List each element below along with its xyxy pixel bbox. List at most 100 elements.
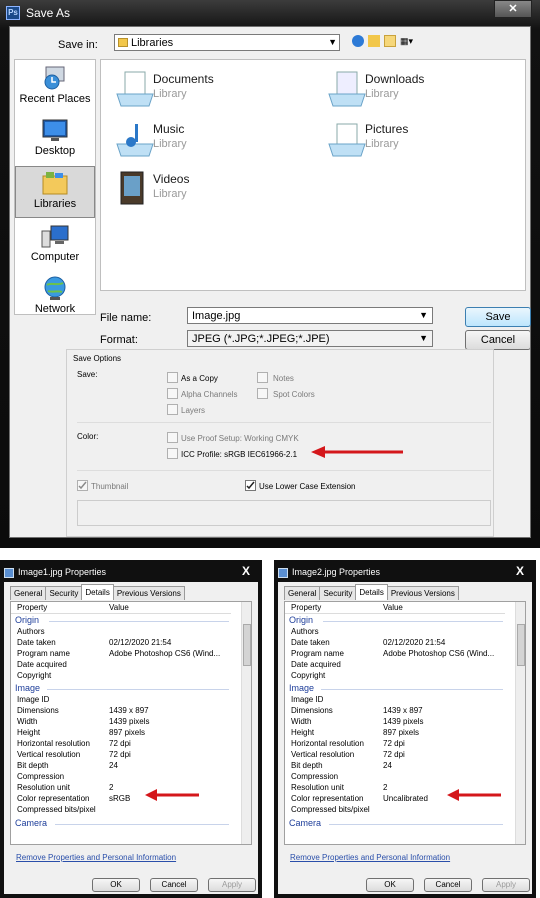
apply-button[interactable]: Apply bbox=[208, 878, 256, 892]
table-row[interactable]: Copyright bbox=[285, 671, 505, 682]
tab-security[interactable]: Security bbox=[45, 586, 83, 600]
library-type: Library bbox=[153, 188, 187, 200]
file-name-input[interactable]: Image.jpg ▼ bbox=[187, 307, 433, 324]
table-row[interactable]: Height 897 pixels bbox=[11, 728, 231, 739]
group-camera: Camera bbox=[289, 818, 322, 828]
tab-previous-versions[interactable]: Previous Versions bbox=[112, 586, 185, 600]
remove-properties-link[interactable]: Remove Properties and Personal Informati… bbox=[290, 853, 450, 862]
back-icon[interactable] bbox=[352, 35, 364, 47]
remove-properties-link[interactable]: Remove Properties and Personal Informati… bbox=[16, 853, 176, 862]
save-options-heading: Save Options bbox=[73, 354, 122, 363]
table-row[interactable]: Horizontal resolution 72 dpi bbox=[11, 739, 231, 750]
table-row[interactable]: Vertical resolution 72 dpi bbox=[11, 750, 231, 761]
apply-button[interactable]: Apply bbox=[482, 878, 530, 892]
place-label: Network bbox=[34, 303, 76, 315]
as-a-copy-checkbox[interactable] bbox=[167, 372, 178, 383]
layers-checkbox[interactable] bbox=[167, 404, 178, 415]
scrollbar[interactable] bbox=[515, 602, 525, 844]
tab-previous-versions[interactable]: Previous Versions bbox=[386, 586, 459, 600]
table-row[interactable]: Width 1439 pixels bbox=[285, 717, 505, 728]
table-row[interactable]: Date acquired bbox=[285, 660, 505, 671]
notes-checkbox[interactable] bbox=[257, 372, 268, 383]
table-row[interactable]: Compression bbox=[11, 772, 231, 783]
table-row[interactable]: Date acquired bbox=[11, 660, 231, 671]
table-row[interactable]: Date taken 02/12/2020 21:54 bbox=[11, 638, 231, 649]
table-row[interactable]: Dimensions 1439 x 897 bbox=[11, 706, 231, 717]
scrollbar-thumb[interactable] bbox=[243, 624, 251, 666]
thumbnail-checkbox[interactable] bbox=[77, 480, 88, 491]
library-videos[interactable]: Videos Library bbox=[113, 168, 313, 212]
table-row[interactable]: Compressed bits/pixel bbox=[285, 805, 505, 816]
column-value[interactable]: Value bbox=[109, 603, 129, 612]
table-row[interactable]: Horizontal resolution 72 dpi bbox=[285, 739, 505, 750]
table-row[interactable]: Bit depth 24 bbox=[11, 761, 231, 772]
place-desktop[interactable]: Desktop bbox=[15, 114, 95, 166]
tab-details[interactable]: Details bbox=[355, 584, 388, 600]
table-row[interactable]: Height 897 pixels bbox=[285, 728, 505, 739]
tab-details[interactable]: Details bbox=[81, 584, 114, 600]
table-row[interactable]: Program name Adobe Photoshop CS6 (Wind... bbox=[11, 649, 231, 660]
close-button[interactable]: ✕ bbox=[494, 0, 532, 18]
tab-security[interactable]: Security bbox=[319, 586, 357, 600]
views-menu-icon[interactable]: ▦▾ bbox=[400, 35, 420, 47]
library-name: Music bbox=[153, 122, 185, 136]
table-row[interactable]: Authors bbox=[11, 627, 231, 638]
tab-general[interactable]: General bbox=[284, 586, 321, 600]
group-divider bbox=[323, 621, 503, 622]
place-recent-places[interactable]: Recent Places bbox=[15, 62, 95, 114]
library-downloads[interactable]: Downloads Library bbox=[325, 68, 525, 112]
table-row[interactable]: Bit depth 24 bbox=[285, 761, 505, 772]
place-libraries[interactable]: Libraries bbox=[15, 166, 95, 218]
table-row[interactable]: Vertical resolution 72 dpi bbox=[285, 750, 505, 761]
column-property[interactable]: Property bbox=[17, 603, 47, 612]
list-header: Property Value bbox=[11, 602, 231, 614]
close-button[interactable]: X bbox=[242, 564, 250, 578]
up-folder-icon[interactable] bbox=[368, 35, 380, 47]
scrollbar-thumb[interactable] bbox=[517, 624, 525, 666]
new-folder-icon[interactable] bbox=[384, 35, 396, 47]
file-name-value: Image.jpg bbox=[192, 310, 241, 322]
table-row[interactable]: Authors bbox=[285, 627, 505, 638]
place-network[interactable]: Network bbox=[15, 272, 95, 324]
icc-profile-label: ICC Profile: sRGB IEC61966-2.1 bbox=[181, 450, 298, 459]
library-name: Pictures bbox=[365, 122, 409, 136]
lower-case-extension-checkbox[interactable] bbox=[245, 480, 256, 491]
library-pictures[interactable]: Pictures Library bbox=[325, 118, 525, 162]
libraries-icon bbox=[40, 170, 70, 196]
ok-button[interactable]: OK bbox=[92, 878, 140, 892]
scrollbar[interactable] bbox=[241, 602, 251, 844]
column-value[interactable]: Value bbox=[383, 603, 403, 612]
use-proof-setup-checkbox[interactable] bbox=[167, 432, 178, 443]
table-row[interactable]: Image ID bbox=[11, 695, 231, 706]
cancel-button[interactable]: Cancel bbox=[424, 878, 472, 892]
column-property[interactable]: Property bbox=[291, 603, 321, 612]
place-computer[interactable]: Computer bbox=[15, 220, 95, 272]
table-row[interactable]: Date taken 02/12/2020 21:54 bbox=[285, 638, 505, 649]
ok-button[interactable]: OK bbox=[366, 878, 414, 892]
library-documents[interactable]: Documents Library bbox=[113, 68, 313, 112]
table-row[interactable]: Width 1439 pixels bbox=[11, 717, 231, 728]
tab-general[interactable]: General bbox=[10, 586, 47, 600]
icc-profile-checkbox[interactable] bbox=[167, 448, 178, 459]
table-row[interactable]: Program name Adobe Photoshop CS6 (Wind... bbox=[285, 649, 505, 660]
table-row[interactable]: Dimensions 1439 x 897 bbox=[285, 706, 505, 717]
close-button[interactable]: X bbox=[516, 564, 524, 578]
library-name: Documents bbox=[153, 72, 214, 86]
alpha-channels-checkbox[interactable] bbox=[167, 388, 178, 399]
cancel-button[interactable]: Cancel bbox=[465, 330, 531, 350]
format-label: Format: bbox=[100, 334, 138, 346]
library-music[interactable]: Music Library bbox=[113, 118, 313, 162]
save-button[interactable]: Save bbox=[465, 307, 531, 327]
cancel-button[interactable]: Cancel bbox=[150, 878, 198, 892]
table-row[interactable]: Image ID bbox=[285, 695, 505, 706]
chevron-down-icon: ▼ bbox=[328, 37, 337, 47]
warning-area bbox=[77, 500, 491, 526]
format-dropdown[interactable]: JPEG (*.JPG;*.JPEG;*.JPE) ▼ bbox=[187, 330, 433, 347]
table-row[interactable]: Copyright bbox=[11, 671, 231, 682]
pictures-library-icon bbox=[327, 120, 367, 158]
spot-colors-checkbox[interactable] bbox=[257, 388, 268, 399]
save-in-dropdown[interactable]: Libraries ▼ bbox=[114, 34, 340, 51]
table-row[interactable]: Compressed bits/pixel bbox=[11, 805, 231, 816]
library-name: Downloads bbox=[365, 72, 425, 86]
table-row[interactable]: Compression bbox=[285, 772, 505, 783]
